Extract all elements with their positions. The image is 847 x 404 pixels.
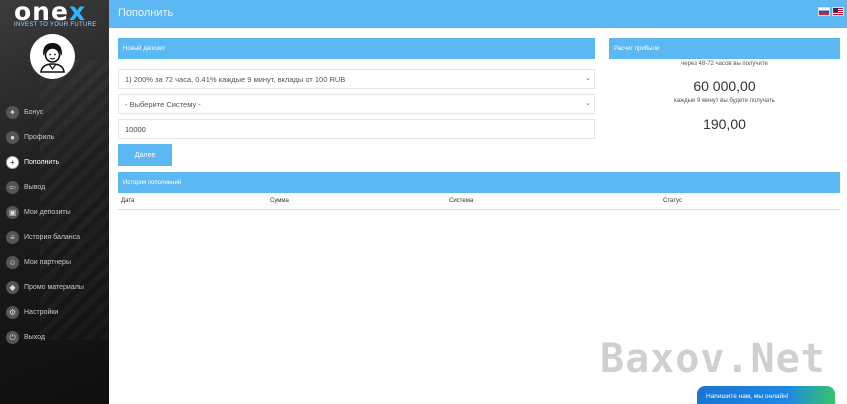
avatar[interactable] — [30, 34, 75, 79]
partners-icon: ☺ — [6, 256, 19, 269]
logo[interactable]: onex — [14, 0, 86, 24]
sidebar-item-label: Выход — [24, 334, 45, 341]
sidebar-item-label: Пополнить — [24, 159, 60, 166]
next-button[interactable]: Далее — [118, 144, 172, 166]
tagline: INVEST TO YOUR FUTURE — [14, 22, 97, 28]
chevron-down-icon: ⌄ — [585, 100, 591, 107]
sidebar-item-settings[interactable]: ⚙ Настройки — [0, 300, 109, 325]
user-avatar-icon — [30, 34, 75, 79]
history-icon: ≡ — [6, 231, 19, 244]
column-status: Статус — [663, 198, 682, 204]
sidebar-item-balance-history[interactable]: ≡ История баланса — [0, 225, 109, 250]
sidebar-item-bonus[interactable]: ✦ Бонус — [0, 100, 109, 125]
amount-input[interactable] — [125, 124, 594, 134]
sidebar-item-deposit[interactable]: + Пополнить — [0, 150, 109, 175]
history-table: Дата Сумма Система Статус — [118, 194, 840, 210]
sidebar: onex INVEST TO YOUR FUTURE ✦ Бонус ● Про… — [0, 0, 109, 404]
page-title: Пополнить — [118, 7, 174, 19]
withdraw-icon: ⇦ — [6, 181, 19, 194]
column-amount: Сумма — [270, 198, 289, 204]
sidebar-item-label: История баланса — [24, 234, 81, 241]
plan-select-value: 1) 200% за 72 часа, 0.41% каждые 9 минут… — [125, 74, 346, 84]
sidebar-item-label: Вывод — [24, 184, 46, 191]
sidebar-menu: ✦ Бонус ● Профиль + Пополнить ⇦ Вывод ▣ … — [0, 100, 109, 350]
sidebar-item-promo[interactable]: ◆ Промо материалы — [0, 275, 109, 300]
promo-icon: ◆ — [6, 281, 19, 294]
calc-interval-amount: 190,00 — [703, 116, 746, 132]
user-icon: ● — [6, 131, 19, 144]
sidebar-item-label: Бонус — [24, 109, 44, 116]
sidebar-item-label: Профиль — [24, 134, 55, 141]
english-flag-icon[interactable] — [832, 7, 844, 16]
sidebar-item-label: Настройки — [24, 309, 59, 316]
sidebar-item-withdraw[interactable]: ⇦ Вывод — [0, 175, 109, 200]
sidebar-item-logout[interactable]: ⏻ Выход — [0, 325, 109, 350]
russian-flag-icon[interactable] — [818, 7, 830, 16]
column-date: Дата — [121, 198, 135, 204]
plan-select[interactable]: 1) 200% за 72 часа, 0.41% каждые 9 минут… — [118, 69, 595, 89]
profit-calc-header: Расчет прибыли — [609, 38, 840, 59]
sidebar-item-my-deposits[interactable]: ▣ Мои депозиты — [0, 200, 109, 225]
calc-label-period: через 48-72 часов вы получите — [681, 61, 768, 67]
deposits-icon: ▣ — [6, 206, 19, 219]
chevron-down-icon: ⌄ — [585, 75, 591, 82]
chat-widget-button[interactable]: Напишите нам, мы онлайн! — [697, 386, 835, 404]
system-select[interactable]: - Выберите Систему - ⌄ — [118, 94, 595, 114]
plus-icon: + — [6, 156, 19, 169]
sidebar-item-profile[interactable]: ● Профиль — [0, 125, 109, 150]
watermark: Baxov.Net — [600, 336, 826, 382]
sidebar-item-label: Мои депозиты — [24, 209, 71, 216]
sidebar-item-label: Мои партнеры — [24, 259, 71, 266]
new-deposit-header: Новый депозит — [118, 38, 595, 59]
calc-total-amount: 60 000,00 — [693, 78, 756, 94]
deposit-history-header: История пополнений — [118, 172, 840, 193]
column-system: Система — [449, 198, 474, 204]
gift-icon: ✦ — [6, 106, 19, 119]
sidebar-item-label: Промо материалы — [24, 284, 84, 291]
amount-field[interactable] — [118, 119, 595, 139]
sidebar-item-partners[interactable]: ☺ Мои партнеры — [0, 250, 109, 275]
top-bar: Пополнить — [109, 0, 847, 28]
calc-label-interval: каждые 9 минут вы будете получать — [674, 98, 775, 104]
logout-icon: ⏻ — [6, 331, 19, 344]
system-select-value: - Выберите Систему - — [125, 99, 201, 109]
settings-icon: ⚙ — [6, 306, 19, 319]
